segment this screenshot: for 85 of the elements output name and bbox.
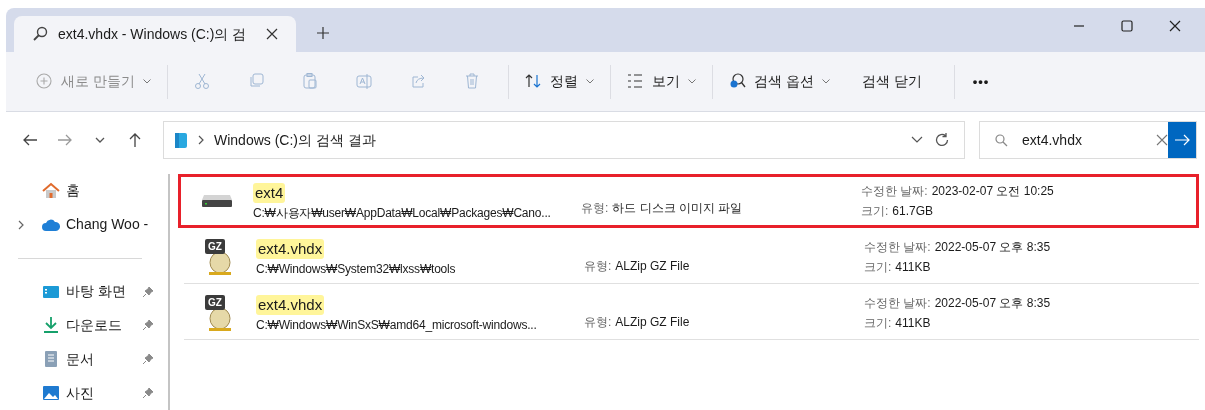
type-label: 유형: bbox=[584, 314, 612, 331]
forward-arrow-icon[interactable] bbox=[57, 132, 73, 148]
caret-icon bbox=[687, 79, 696, 84]
search-go-button[interactable] bbox=[1168, 122, 1196, 158]
hard-drive-icon bbox=[201, 194, 233, 208]
toolbar-button[interactable]: 검색 닫기 bbox=[837, 63, 946, 100]
file-type: ALZip GZ File bbox=[615, 258, 690, 275]
chevron-right-icon bbox=[198, 135, 204, 145]
sidebar-item[interactable]: 사진 bbox=[0, 376, 160, 410]
drive-icon bbox=[174, 131, 188, 149]
archive-icon bbox=[208, 250, 232, 275]
back-arrow-icon[interactable] bbox=[22, 132, 38, 148]
file-path: C:₩Windows₩WinSxS₩amd64_microsoft-windows... bbox=[256, 316, 538, 333]
date-label: 수정한 날짜: bbox=[864, 238, 931, 256]
date-label: 수정한 날짜: bbox=[864, 294, 931, 312]
file-name[interactable]: ext4.vhdx bbox=[256, 294, 325, 315]
caret-icon bbox=[821, 79, 830, 84]
toolbar-button[interactable]: 보기 bbox=[618, 63, 704, 100]
address-path: Windows (C:)의 검색 결과 bbox=[214, 130, 377, 150]
search-icon bbox=[32, 26, 48, 42]
date-label: 수정한 날짜: bbox=[861, 183, 928, 200]
search-gear-icon bbox=[728, 73, 746, 90]
pin-icon bbox=[142, 285, 154, 298]
sidebar-item[interactable]: 문서 bbox=[0, 342, 160, 377]
pin-icon bbox=[142, 319, 154, 332]
download-icon bbox=[42, 316, 60, 335]
address-bar[interactable]: Windows (C:)의 검색 결과 bbox=[163, 121, 965, 159]
clear-icon[interactable] bbox=[1156, 134, 1168, 146]
scissors-icon bbox=[194, 73, 212, 90]
result-item[interactable]: ext4 C:₩사용자₩user₩AppData₩Local₩Packages₩Cano... 유형: 하드 디스크 이미지 파일 수정한 날짜: 2023-02-07 오전 10:25 크기: 61.7GB bbox=[178, 174, 1199, 228]
file-name[interactable]: ext4.vhdx bbox=[256, 238, 325, 259]
modified-date: 2023-02-07 오전 10:25 bbox=[931, 183, 1054, 200]
rename-icon bbox=[356, 73, 374, 90]
search-field[interactable]: ext4.vhdx bbox=[979, 121, 1197, 159]
list-icon bbox=[626, 73, 644, 90]
right-arrow-icon bbox=[1174, 132, 1190, 148]
size-label: 크기: bbox=[861, 203, 889, 220]
sidebar-item[interactable]: 홈 bbox=[0, 174, 160, 208]
chevron-right-icon[interactable] bbox=[18, 219, 24, 230]
close-icon[interactable] bbox=[266, 28, 278, 40]
size-label: 크기: bbox=[864, 258, 892, 276]
caret-icon bbox=[142, 79, 151, 84]
toolbar-button[interactable]: 정렬 bbox=[516, 63, 602, 100]
tab-title: ext4.vhdx - Windows (C:)의 검 bbox=[58, 24, 248, 44]
clipboard-icon bbox=[302, 73, 320, 90]
search-icon bbox=[994, 133, 1008, 147]
file-type-badge: GZ bbox=[205, 238, 225, 254]
result-item[interactable]: GZ ext4.vhdx C:₩Windows₩WinSxS₩amd64_microsoft-windows... 유형: ALZip GZ File 수정한 날짜: 2022-05-07 오후 8:35 크기: 411KB bbox=[184, 286, 1199, 340]
file-path: C:₩Windows₩System32₩lxss₩tools bbox=[256, 260, 457, 277]
document-icon bbox=[42, 350, 60, 369]
sort-icon bbox=[524, 73, 542, 90]
new-tab-icon[interactable] bbox=[316, 26, 330, 40]
modified-date: 2022-05-07 오후 8:35 bbox=[934, 238, 1051, 256]
toolbar-button[interactable]: 검색 옵션 bbox=[720, 63, 838, 100]
pin-icon bbox=[142, 387, 154, 400]
sidebar-item[interactable]: Chang Woo - bbox=[0, 207, 160, 242]
file-path: C:₩사용자₩user₩AppData₩Local₩Packages₩Cano... bbox=[253, 205, 552, 221]
size-label: 크기: bbox=[864, 314, 892, 332]
file-size: 61.7GB bbox=[892, 203, 934, 220]
type-label: 유형: bbox=[584, 258, 612, 275]
type-label: 유형: bbox=[581, 200, 609, 217]
copy-icon bbox=[248, 73, 266, 90]
file-type: ALZip GZ File bbox=[615, 314, 690, 331]
file-name[interactable]: ext4 bbox=[253, 183, 286, 203]
file-size: 411KB bbox=[895, 314, 931, 332]
sidebar-item[interactable]: 다운로드 bbox=[0, 308, 160, 343]
more-button[interactable]: ••• bbox=[962, 63, 1000, 100]
maximize-icon[interactable] bbox=[1121, 20, 1133, 32]
file-type: 하드 디스크 이미지 파일 bbox=[612, 200, 743, 217]
result-item[interactable]: GZ ext4.vhdx C:₩Windows₩System32₩lxss₩tools 유형: ALZip GZ File 수정한 날짜: 2022-05-07 오후 8:35 크기: 411KB bbox=[184, 230, 1199, 284]
up-arrow-icon[interactable] bbox=[127, 132, 143, 148]
plus-circle-icon bbox=[36, 73, 53, 90]
tab[interactable]: ext4.vhdx - Windows (C:)의 검 bbox=[14, 16, 296, 52]
file-type-badge: GZ bbox=[205, 294, 225, 310]
pin-icon bbox=[142, 353, 154, 366]
archive-icon bbox=[208, 306, 232, 331]
modified-date: 2022-05-07 오후 8:35 bbox=[934, 294, 1051, 312]
search-input[interactable]: ext4.vhdx bbox=[1022, 129, 1132, 151]
refresh-icon[interactable] bbox=[934, 132, 950, 148]
file-size: 411KB bbox=[895, 258, 931, 276]
close-icon[interactable] bbox=[1169, 20, 1181, 32]
caret-icon bbox=[585, 79, 594, 84]
home-icon bbox=[42, 181, 60, 200]
picture-icon bbox=[42, 384, 60, 403]
sidebar-item[interactable]: 바탕 화면 bbox=[0, 274, 160, 309]
